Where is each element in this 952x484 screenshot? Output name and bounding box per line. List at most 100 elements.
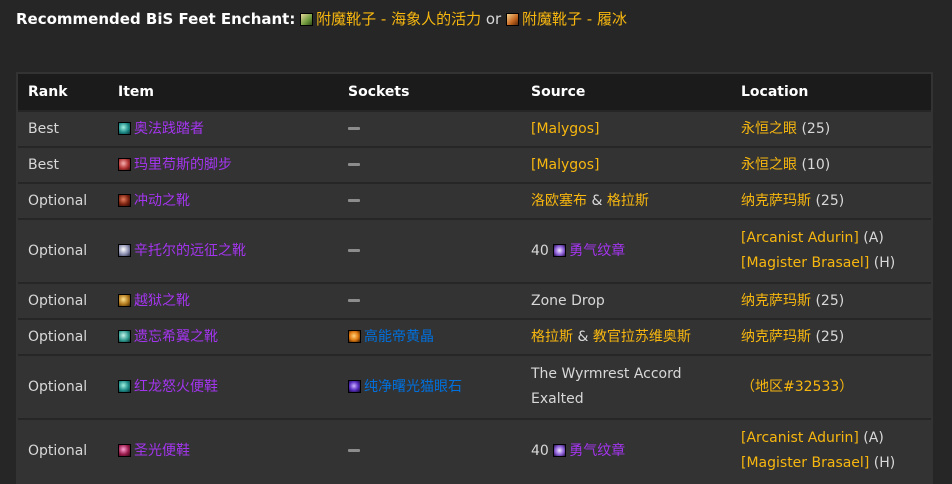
location-cell: 永恒之眼 (25) xyxy=(731,110,931,147)
boots-icon xyxy=(118,379,131,393)
reputation-faction: The Wyrmrest Accord xyxy=(531,366,682,382)
boots-icon xyxy=(118,243,131,257)
vendor-link-alliance[interactable]: [Arcanist Adurin] xyxy=(741,230,859,246)
rank-cell: Optional xyxy=(18,354,108,419)
item-cell: 辛托尔的远征之靴 xyxy=(108,218,338,283)
badge-icon xyxy=(553,243,567,257)
enchant-option-1-link[interactable]: 附魔靴子 - 海象人的活力 xyxy=(316,10,481,28)
location-suffix: (10) xyxy=(801,156,831,173)
location-link[interactable]: 纳克萨玛斯 xyxy=(741,293,811,309)
location-suffix: (25) xyxy=(815,328,845,345)
item-link[interactable]: 圣光便鞋 xyxy=(134,443,190,459)
vendor-link-alliance[interactable]: [Arcanist Adurin] xyxy=(741,430,859,446)
location-link[interactable]: 永恒之眼 xyxy=(741,157,797,173)
item-link[interactable]: 奥法践踏者 xyxy=(134,121,204,137)
rank-cell: Optional xyxy=(18,182,108,219)
zone-link[interactable]: （地区#32533） xyxy=(741,379,853,395)
none-dash-icon xyxy=(348,299,360,302)
item-link[interactable]: 越狱之靴 xyxy=(134,293,190,309)
source-link[interactable]: [Malygos] xyxy=(531,121,600,137)
scroll-icon xyxy=(506,13,520,26)
none-dash-icon xyxy=(348,249,360,252)
header-item: Item xyxy=(108,74,338,111)
sockets-cell xyxy=(338,146,521,183)
vendor-link-horde[interactable]: [Magister Brasael] xyxy=(741,455,869,471)
table-row: Optional 圣光便鞋 40 勇气纹章 [Arcanist Adurin] … xyxy=(18,418,931,482)
item-link[interactable]: 遗忘希翼之靴 xyxy=(134,329,218,345)
table-row: Optional 遗忘希翼之靴 高能帝黄晶 格拉斯 & 教官拉苏维奥斯 纳克萨玛… xyxy=(18,318,931,355)
rank-cell: Optional xyxy=(18,218,108,283)
source-cell: 40 勇气纹章 xyxy=(521,218,731,283)
source-link-boss-1[interactable]: 洛欧塞布 xyxy=(531,193,587,209)
none-dash-icon xyxy=(348,199,360,202)
location-cell: 永恒之眼 (10) xyxy=(731,146,931,183)
boots-icon xyxy=(118,329,131,343)
location-cell: 纳克萨玛斯 (25) xyxy=(731,318,931,355)
rank-cell: Best xyxy=(18,110,108,147)
table-row: Optional 辛托尔的远征之靴 40 勇气纹章 [Arcanist Adur… xyxy=(18,218,931,283)
currency-link[interactable]: 勇气纹章 xyxy=(569,443,625,459)
location-link[interactable]: 永恒之眼 xyxy=(741,121,797,137)
boots-icon xyxy=(118,293,131,307)
location-link[interactable]: 纳克萨玛斯 xyxy=(741,329,811,345)
boots-icon xyxy=(118,121,131,135)
sockets-cell: 纯净曙光猫眼石 xyxy=(338,354,521,419)
location-link[interactable]: 纳克萨玛斯 xyxy=(741,193,811,209)
enchant-or-label: or xyxy=(485,10,502,28)
item-cell: 奥法践踏者 xyxy=(108,110,338,147)
table-row: Best 奥法践踏者 [Malygos] 永恒之眼 (25) xyxy=(18,110,931,147)
location-cell: 纳克萨玛斯 (25) xyxy=(731,282,931,319)
faction-label: (A) xyxy=(863,230,884,246)
source-cell: 格拉斯 & 教官拉苏维奥斯 xyxy=(521,318,731,355)
source-cell: [Malygos] xyxy=(521,146,731,183)
item-link[interactable]: 红龙怒火便鞋 xyxy=(134,379,218,395)
item-link[interactable]: 辛托尔的远征之靴 xyxy=(134,243,246,259)
location-cell: [Arcanist Adurin] (A) [Magister Brasael]… xyxy=(731,218,931,283)
gem-link[interactable]: 纯净曙光猫眼石 xyxy=(364,379,462,395)
sockets-cell xyxy=(338,110,521,147)
sockets-cell xyxy=(338,182,521,219)
reputation-level: Exalted xyxy=(531,391,584,407)
boots-icon xyxy=(118,193,131,207)
header-sockets: Sockets xyxy=(338,74,521,111)
source-cell: The Wyrmrest Accord Exalted xyxy=(521,354,731,419)
boots-icon xyxy=(118,443,131,457)
item-cell: 圣光便鞋 xyxy=(108,418,338,482)
location-suffix: (25) xyxy=(815,192,845,209)
header-location: Location xyxy=(731,74,931,111)
source-cell: Zone Drop xyxy=(521,282,731,319)
item-link[interactable]: 玛里苟斯的脚步 xyxy=(134,157,232,173)
header-rank: Rank xyxy=(18,74,108,111)
faction-label: (H) xyxy=(873,455,896,471)
source-link-boss-1[interactable]: 格拉斯 xyxy=(531,329,573,345)
enchant-colon: : xyxy=(289,10,296,28)
sockets-cell xyxy=(338,282,521,319)
none-dash-icon xyxy=(348,449,360,452)
rank-cell: Optional xyxy=(18,318,108,355)
source-link-boss-2[interactable]: 教官拉苏维奥斯 xyxy=(593,329,691,345)
source-link[interactable]: [Malygos] xyxy=(531,157,600,173)
table-row: Optional 越狱之靴 Zone Drop 纳克萨玛斯 (25) xyxy=(18,282,931,319)
source-link-boss-2[interactable]: 格拉斯 xyxy=(607,193,649,209)
source-cell: [Malygos] xyxy=(521,110,731,147)
gem-icon xyxy=(348,329,361,343)
enchant-option-2-link[interactable]: 附魔靴子 - 履冰 xyxy=(522,10,627,28)
vendor-link-horde[interactable]: [Magister Brasael] xyxy=(741,255,869,271)
item-link[interactable]: 冲动之靴 xyxy=(134,193,190,209)
enchant-lead-label: Recommended BiS Feet Enchant xyxy=(16,10,290,28)
gem-icon xyxy=(348,379,361,393)
rank-cell: Optional xyxy=(18,282,108,319)
source-cell: 40 勇气纹章 xyxy=(521,418,731,482)
faction-label: (A) xyxy=(863,430,884,446)
none-dash-icon xyxy=(348,163,360,166)
location-suffix: (25) xyxy=(801,120,831,137)
source-ampersand: & xyxy=(577,328,589,345)
location-cell: [Arcanist Adurin] (A) [Magister Brasael]… xyxy=(731,418,931,482)
currency-link[interactable]: 勇气纹章 xyxy=(569,243,625,259)
gem-link[interactable]: 高能帝黄晶 xyxy=(364,329,434,345)
faction-label: (H) xyxy=(873,255,896,271)
sockets-cell xyxy=(338,218,521,283)
header-source: Source xyxy=(521,74,731,111)
sockets-cell xyxy=(338,418,521,482)
source-ampersand: & xyxy=(591,192,603,209)
